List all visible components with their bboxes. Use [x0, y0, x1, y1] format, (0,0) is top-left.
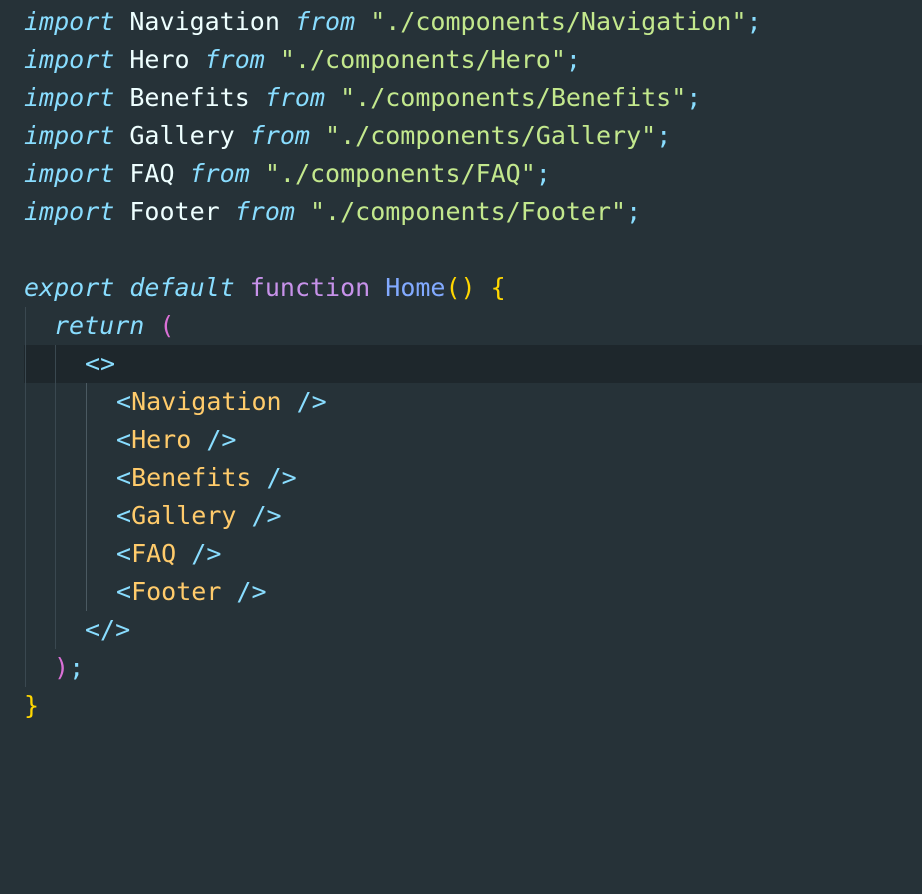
- code-line-component-benefits: <Benefits />: [116, 463, 297, 492]
- code-line-import-benefits: import Benefits from "./components/Benef…: [24, 83, 702, 112]
- code-line-component-faq: <FAQ />: [116, 539, 222, 568]
- code-line-component-gallery: <Gallery />: [116, 501, 282, 530]
- code-line-import-faq: import FAQ from "./components/FAQ";: [24, 159, 551, 188]
- code-line-import-footer: import Footer from "./components/Footer"…: [24, 197, 642, 226]
- code-line-close-brace: }: [24, 691, 40, 720]
- code-line-export-function: export default function Home() {: [24, 273, 506, 302]
- code-line-component-hero: <Hero />: [116, 425, 237, 454]
- code-editor[interactable]: import Navigation from "./components/Nav…: [0, 0, 922, 894]
- code-line-import-gallery: import Gallery from "./components/Galler…: [24, 121, 672, 150]
- code-line-fragment-close: </>: [85, 615, 131, 644]
- code-line-component-footer: <Footer />: [116, 577, 267, 606]
- code-line-import-navigation: import Navigation from "./components/Nav…: [24, 7, 762, 36]
- code-line-fragment-open: <>: [85, 349, 116, 378]
- code-line-return: return (: [54, 311, 175, 340]
- code-line-component-navigation: <Navigation />: [116, 387, 327, 416]
- code-line-close-paren: );: [54, 653, 85, 682]
- code-line-import-hero: import Hero from "./components/Hero";: [24, 45, 581, 74]
